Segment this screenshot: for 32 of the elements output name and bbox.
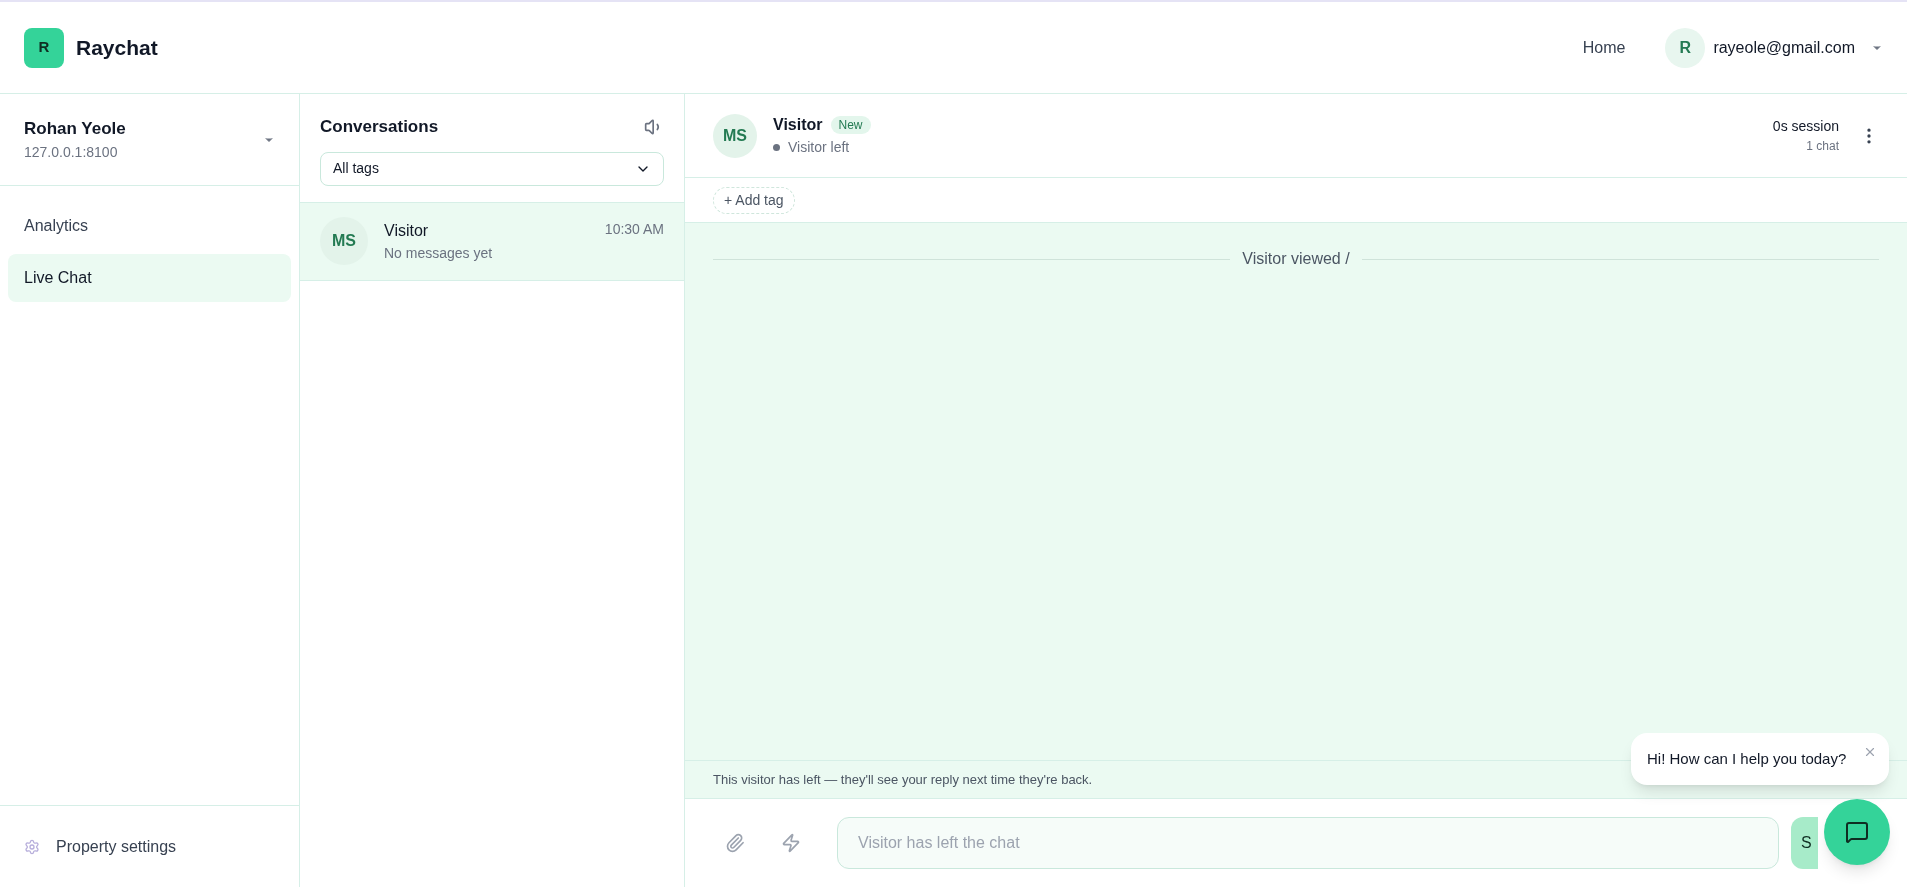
account-address: 127.0.0.1:8100 [24,142,119,162]
app-name: Raychat [76,34,158,61]
user-avatar: R [1665,27,1706,68]
chat-bubble-icon [1845,820,1869,844]
visitor-avatar: MS [320,217,368,265]
paperclip-icon[interactable] [725,833,745,853]
user-email[interactable]: rayeole@gmail.com [1713,35,1855,60]
property-settings-link[interactable]: Property settings [56,834,177,859]
chat-count: 1 chat [1806,138,1839,155]
visitor-left-notice: This visitor has left — they'll see your reply next time they're back. [713,770,1093,789]
visitor-name: Visitor [773,115,823,135]
send-button[interactable]: S [1791,817,1818,869]
event-label: Visitor viewed / [1242,249,1350,269]
chat-launcher-button[interactable] [1824,799,1890,865]
session-duration: 0s session [1772,117,1839,136]
visitor-status: Visitor left [788,138,850,157]
visitor-name: Visitor [384,220,430,241]
lightning-icon[interactable] [781,833,801,853]
account-name: Rohan Yeole [24,118,126,141]
close-icon[interactable] [1863,745,1877,759]
conversation-item[interactable]: MS Visitor No messages yet 10:30 AM [300,202,684,281]
sidebar-item[interactable]: Analytics [8,202,291,250]
message-preview: No messages yet [384,243,493,263]
visitor-avatar: MS [713,113,757,158]
sidebar-item[interactable]: Live Chat [8,254,291,302]
conversation-time: 10:30 AM [604,219,664,239]
tag-filter-select[interactable]: All tags [320,151,664,186]
greeting-text: Hi! How can I help you today? [1647,748,1847,769]
conversations-title: Conversations [320,116,439,138]
new-badge: New [830,116,871,134]
logo-icon: R [24,27,64,68]
nav-link[interactable]: Home [1582,35,1626,60]
